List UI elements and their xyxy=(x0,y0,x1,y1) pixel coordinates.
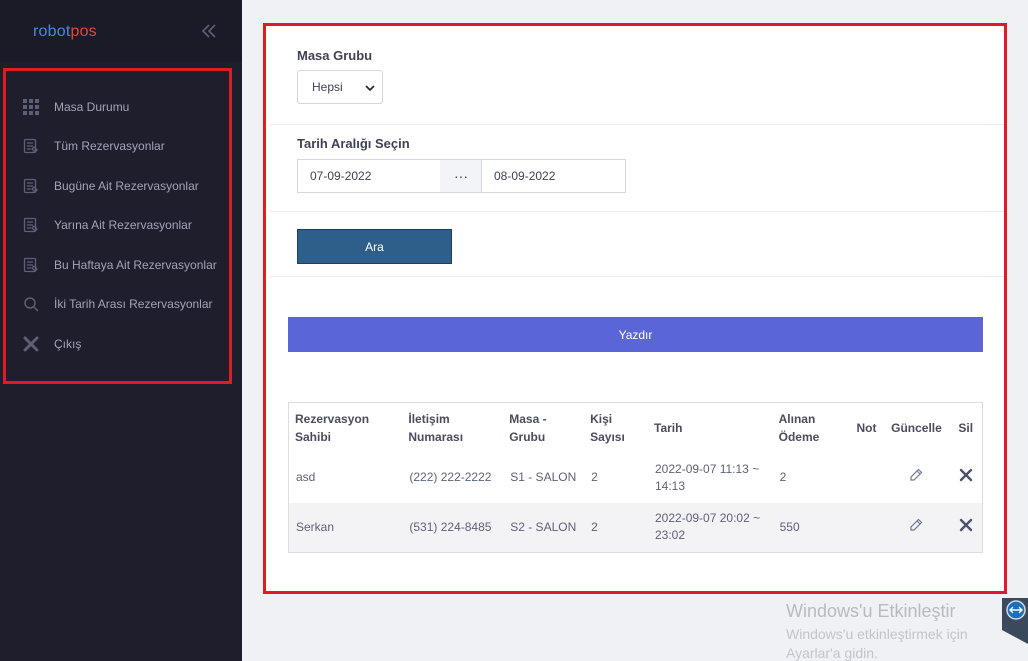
sidebar-item-tum-rezervasyonlar[interactable]: Tüm Rezervasyonlar xyxy=(22,135,165,157)
search-button[interactable]: Ara xyxy=(297,229,452,264)
table-group-value: Hepsi xyxy=(312,80,343,94)
sidebar-item-bugune-ait[interactable]: Bugüne Ait Rezervasyonlar xyxy=(22,175,199,197)
sidebar-item-label: Tüm Rezervasyonlar xyxy=(54,139,165,153)
delete-x-icon[interactable] xyxy=(959,518,973,532)
divider xyxy=(269,276,1004,277)
reservation-list-icon xyxy=(22,177,40,195)
header-group: Masa - Grubu xyxy=(509,411,547,444)
divider xyxy=(269,124,1004,125)
table-header-row: Rezervasyon Sahibi İletişim Numarası Masa … xyxy=(289,403,983,453)
reservation-table: Rezervasyon Sahibi İletişim Numarası Masa … xyxy=(288,402,983,553)
header-update: Güncelle xyxy=(891,420,942,435)
watermark-title: Windows'u Etkinleştir xyxy=(786,601,956,621)
search-icon xyxy=(22,295,40,313)
cell-count: 2 xyxy=(591,470,598,484)
cell-paid: 2 xyxy=(779,470,787,484)
reservation-filter-card: Masa Grubu Hepsi Tarih Aralığı Seçin 07-… xyxy=(263,23,1007,594)
header-note: Not xyxy=(856,420,877,435)
cell-phone: (222) 222-2222 xyxy=(409,470,492,484)
logo-text-robot: robot xyxy=(33,23,71,40)
teamviewer-icon[interactable] xyxy=(1002,598,1028,644)
sidebar-item-iki-tarih-arasi[interactable]: İki Tarih Arası Rezervasyonlar xyxy=(22,293,213,315)
table-row: asd (222) 222-2222 S1 - SALON 2 2022-09-… xyxy=(289,453,983,503)
reservation-list-icon xyxy=(22,256,40,274)
header-count: Kişi Sayısı xyxy=(590,411,625,444)
date-range-label: Tarih Aralığı Seçin xyxy=(297,136,410,151)
sidebar-item-label: Yarına Ait Rezervasyonlar xyxy=(54,218,192,232)
date-to-input[interactable]: 08-09-2022 xyxy=(481,159,626,193)
grid-icon xyxy=(22,98,40,116)
cell-group: S2 - SALON xyxy=(503,502,585,553)
cell-update xyxy=(883,502,950,553)
logo[interactable]: robotpos xyxy=(33,23,97,41)
cell-update xyxy=(883,453,949,503)
cell-owner: Serkan xyxy=(288,502,403,553)
cell-count: 2 xyxy=(584,502,648,553)
cell-phone: (531) 224-8485 xyxy=(402,502,504,553)
cell-group: S1 - SALON xyxy=(510,470,577,484)
delete-x-icon[interactable] xyxy=(959,468,973,482)
main-content: Masa Grubu Hepsi Tarih Aralığı Seçin 07-… xyxy=(242,0,1028,661)
header-paid: Alınan Ödeme xyxy=(778,411,820,444)
date-range-separator: ··· xyxy=(440,159,482,193)
double-chevron-left-icon[interactable] xyxy=(200,22,218,40)
watermark-line: Windows'u etkinleştirmek için xyxy=(786,626,968,642)
cell-owner: asd xyxy=(296,470,316,484)
print-button[interactable]: Yazdır xyxy=(288,317,983,352)
cell-date: 2022-09-07 20:02 ~23:02 xyxy=(648,502,773,553)
table-row: Serkan (531) 224-8485 S2 - SALON 2 2022-… xyxy=(288,502,983,553)
date-from-input[interactable]: 07-09-2022 xyxy=(297,159,441,193)
sidebar-item-label: Bugüne Ait Rezervasyonlar xyxy=(54,179,199,193)
cell-note xyxy=(849,502,884,553)
close-icon xyxy=(22,335,40,353)
sidebar-header: robotpos xyxy=(0,0,242,62)
cell-note xyxy=(850,453,884,503)
pencil-icon[interactable] xyxy=(909,518,923,532)
sidebar-item-label: Masa Durumu xyxy=(54,100,130,114)
divider xyxy=(269,211,1004,212)
cell-paid: 550 xyxy=(772,502,850,553)
sidebar-item-masa-durumu[interactable]: Masa Durumu xyxy=(22,96,129,118)
header-date: Tarih xyxy=(654,420,683,435)
sidebar-item-label: İki Tarih Arası Rezervasyonlar xyxy=(54,297,213,311)
table-group-select[interactable]: Hepsi xyxy=(297,70,383,104)
watermark-line: Ayarlar'a gidin. xyxy=(786,645,878,661)
cell-delete xyxy=(949,502,983,553)
sidebar-item-label: Bu Haftaya Ait Rezervasyonlar xyxy=(54,258,217,272)
reservation-list-icon xyxy=(22,137,40,155)
pencil-icon[interactable] xyxy=(909,468,923,482)
sidebar-item-label: Çıkış xyxy=(54,337,82,351)
chevron-down-icon xyxy=(365,82,375,96)
table-group-label: Masa Grubu xyxy=(297,48,373,63)
sidebar: robotpos Masa Durumu Tüm Rezervasyonlar … xyxy=(0,0,242,661)
logo-text-pos: pos xyxy=(70,23,97,40)
cell-date: 2022-09-07 11:13 ~14:13 xyxy=(655,461,760,493)
sidebar-item-bu-haftaya-ait[interactable]: Bu Haftaya Ait Rezervasyonlar xyxy=(22,254,217,276)
header-owner: Rezervasyon Sahibi xyxy=(295,411,370,444)
cell-delete xyxy=(949,453,982,503)
header-delete: Sil xyxy=(958,420,974,435)
header-phone: İletişim Numarası xyxy=(408,411,464,444)
sidebar-item-cikis[interactable]: Çıkış xyxy=(22,333,81,355)
reservation-list-icon xyxy=(22,216,40,234)
sidebar-item-yarina-ait[interactable]: Yarına Ait Rezervasyonlar xyxy=(22,214,192,236)
